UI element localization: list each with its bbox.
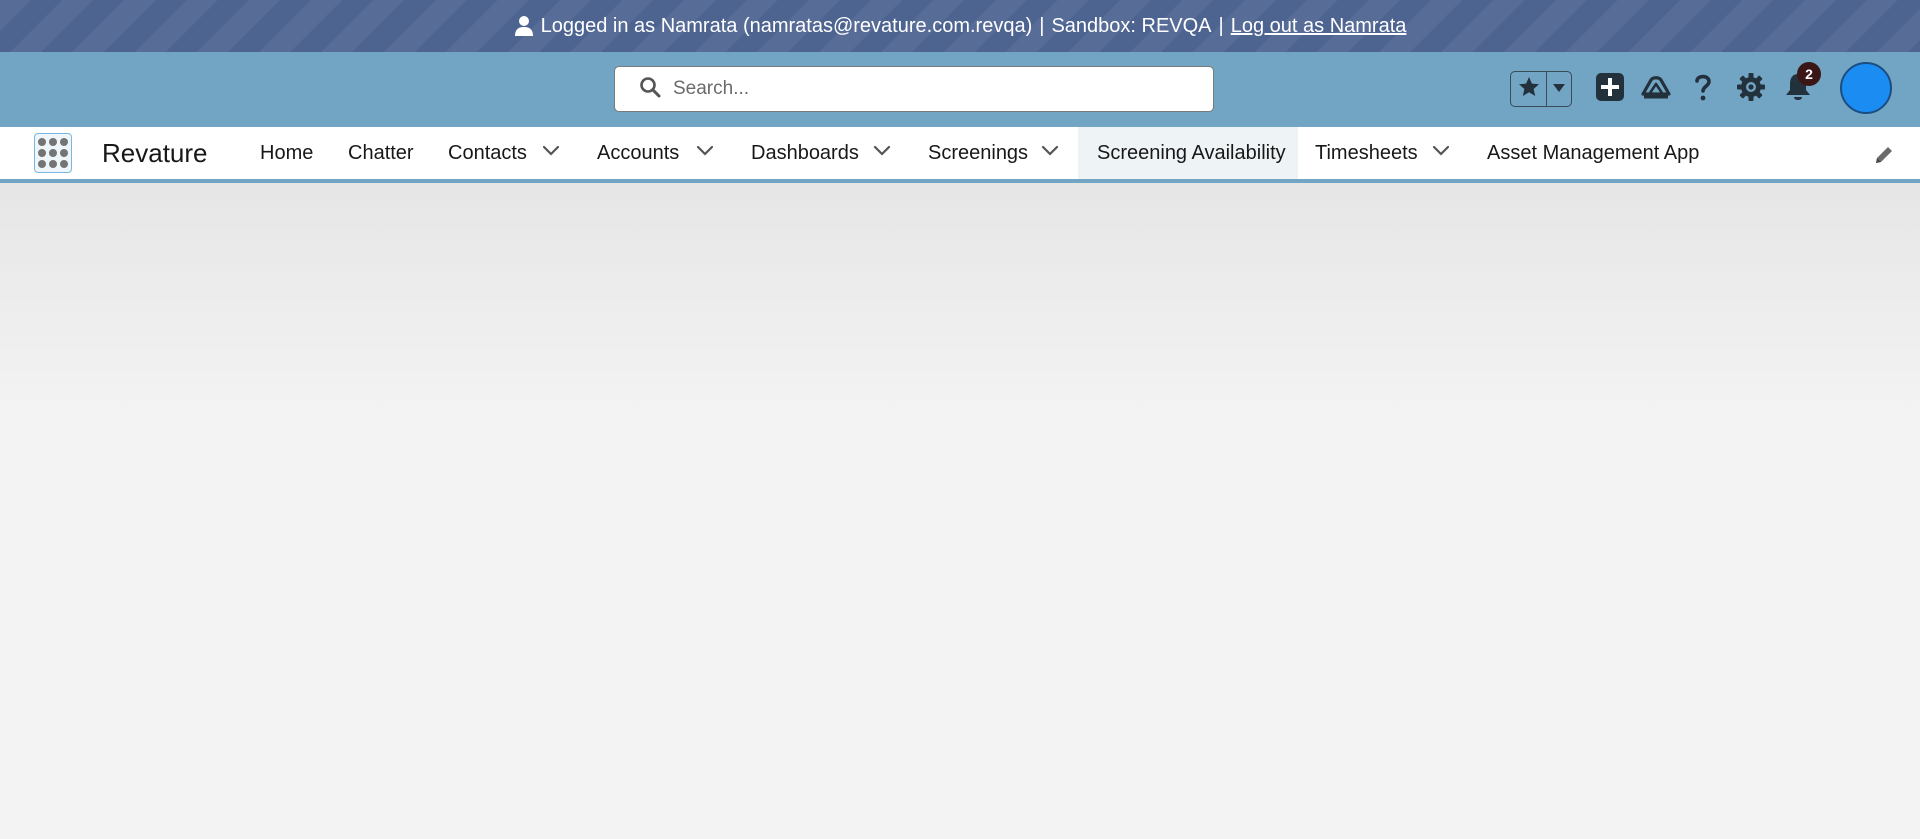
search-icon [639, 76, 661, 103]
chevron-down-icon [1039, 139, 1061, 166]
waffle-dot [49, 160, 57, 168]
app-name: Revature [102, 138, 208, 168]
plus-icon [1594, 71, 1626, 108]
edit-nav-button[interactable] [1872, 143, 1896, 167]
help-button[interactable] [1685, 71, 1721, 107]
accounts-menu-button[interactable] [694, 141, 716, 163]
waffle-dot [49, 149, 57, 157]
help-icon [1687, 71, 1719, 108]
nav-item-contacts[interactable]: Contacts [448, 127, 527, 179]
waffle-dot [38, 160, 46, 168]
avatar[interactable] [1840, 62, 1892, 114]
waffle-dot [38, 149, 46, 157]
app-launcher-button[interactable] [34, 133, 72, 173]
trailhead-icon [1640, 71, 1672, 108]
contacts-menu-button[interactable] [540, 141, 562, 163]
screenings-menu-button[interactable] [1039, 141, 1061, 163]
waffle-dot [60, 160, 68, 168]
global-header: 2 [0, 52, 1920, 127]
nav-item-home[interactable]: Home [260, 127, 313, 179]
timesheets-menu-button[interactable] [1430, 141, 1452, 163]
global-search[interactable] [614, 66, 1214, 112]
favorites-button[interactable] [1511, 72, 1547, 106]
nav-item-timesheets[interactable]: Timesheets [1315, 127, 1418, 179]
star-icon [1517, 75, 1541, 104]
sandbox-text: Sandbox: REVQA [1051, 14, 1212, 37]
waffle-dot [60, 138, 68, 146]
user-icon [514, 15, 534, 37]
chevron-down-icon [540, 139, 562, 166]
main-content [0, 183, 1920, 839]
trailhead-button[interactable] [1638, 71, 1674, 107]
nav-item-dashboards[interactable]: Dashboards [751, 127, 859, 179]
waffle-dot [49, 138, 57, 146]
chevron-down-icon [1552, 80, 1566, 98]
chevron-down-icon [694, 139, 716, 166]
logout-link[interactable]: Log out as Namrata [1231, 15, 1407, 38]
app-nav-bar: Revature Home Chatter Contacts Accounts … [0, 127, 1920, 183]
nav-item-asset-management-app[interactable]: Asset Management App [1487, 127, 1699, 179]
search-input[interactable] [673, 78, 1193, 100]
separator: | [1039, 14, 1045, 37]
pencil-icon [1872, 147, 1896, 171]
favorites-menu-button[interactable] [1547, 72, 1571, 106]
nav-item-accounts[interactable]: Accounts [597, 127, 679, 179]
dashboards-menu-button[interactable] [871, 141, 893, 163]
nav-item-screenings[interactable]: Screenings [928, 127, 1028, 179]
global-actions-button[interactable] [1592, 71, 1628, 107]
gear-icon [1735, 71, 1767, 108]
separator: | [1218, 14, 1224, 37]
setup-button[interactable] [1733, 71, 1769, 107]
chevron-down-icon [871, 139, 893, 166]
waffle-dot [60, 149, 68, 157]
nav-item-chatter[interactable]: Chatter [348, 127, 414, 179]
nav-item-screening-availability[interactable]: Screening Availability [1078, 127, 1298, 179]
logged-in-text: Logged in as Namrata (namratas@revature.… [540, 14, 1033, 37]
chevron-down-icon [1430, 139, 1452, 166]
login-as-banner: Logged in as Namrata (namratas@revature.… [0, 0, 1920, 52]
favorites-group [1510, 71, 1572, 107]
notification-badge: 2 [1797, 62, 1821, 86]
waffle-dot [38, 138, 46, 146]
